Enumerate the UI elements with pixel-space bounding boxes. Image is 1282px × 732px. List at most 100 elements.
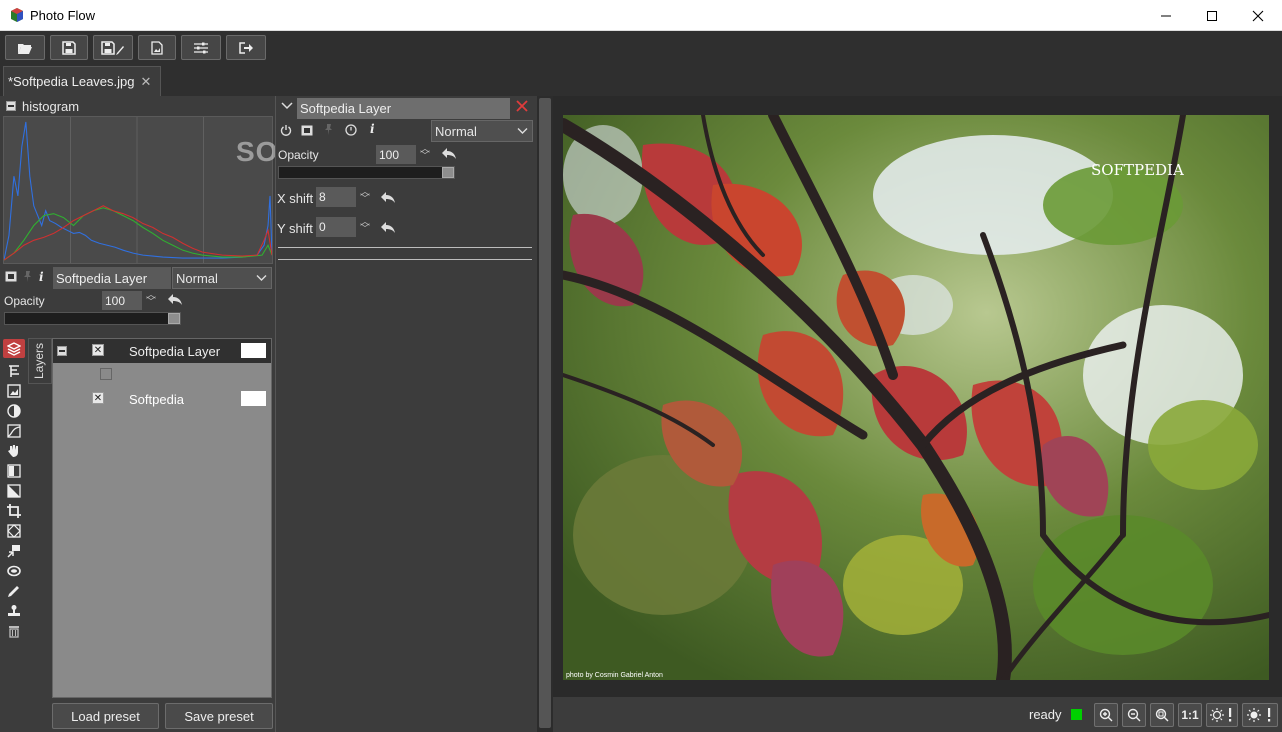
opacity-spin[interactable]: ︿ ﹀: [145, 291, 157, 308]
photo-preview[interactable]: SOFTPEDIA photo by Cosmin Gabriel Anton: [563, 115, 1269, 680]
info-icon[interactable]: i: [39, 270, 44, 284]
clock-icon[interactable]: [345, 124, 357, 136]
panel-close-icon[interactable]: [516, 100, 528, 112]
sliders-icon: [194, 42, 208, 53]
export-button[interactable]: [138, 35, 176, 60]
pencil-tool[interactable]: [3, 581, 25, 600]
brush-tool[interactable]: [3, 441, 25, 460]
zoom-in-button[interactable]: [1094, 703, 1118, 727]
diagonal-gradient-tool[interactable]: [3, 481, 25, 500]
ellipse-tool[interactable]: [3, 561, 25, 580]
document-tab[interactable]: *Softpedia Leaves.jpg ✕: [3, 66, 161, 96]
opacity-label: Opacity: [278, 148, 319, 162]
histogram-collapse-toggle[interactable]: [6, 101, 16, 111]
save-as-icon: [101, 40, 124, 55]
opacity-slider[interactable]: [4, 312, 181, 325]
layer-group-collapse-toggle[interactable]: [57, 346, 67, 356]
sublayer-checkbox[interactable]: [100, 368, 112, 380]
layer-name-field[interactable]: Softpedia Layer: [53, 267, 171, 289]
yshift-label: Y shift: [277, 221, 313, 236]
zoom-out-button[interactable]: [1122, 703, 1146, 727]
photo-brand-watermark: SOFTPEDIA: [1091, 161, 1184, 179]
zoom-actual-size-button[interactable]: 1:1: [1178, 703, 1202, 727]
blend-mode-value: Normal: [435, 123, 477, 139]
close-window-button[interactable]: [1235, 0, 1281, 31]
layer-visibility-checkbox[interactable]: ✕: [92, 344, 104, 356]
transform-tool[interactable]: [3, 521, 25, 540]
load-preset-button[interactable]: Load preset: [52, 703, 159, 729]
hand-icon: [8, 444, 18, 457]
open-button[interactable]: [5, 35, 45, 60]
layer-mask-icon[interactable]: [5, 271, 17, 282]
opacity-slider[interactable]: [278, 166, 455, 179]
shadows-warning-button[interactable]: [1206, 703, 1238, 727]
curves-tool[interactable]: [3, 421, 25, 440]
crop-tool[interactable]: [3, 501, 25, 520]
window-title: Photo Flow: [30, 8, 96, 23]
minimize-button[interactable]: [1143, 0, 1189, 31]
blend-mode-value: Normal: [176, 270, 218, 286]
pin-icon[interactable]: [323, 124, 334, 135]
panel-scrollbar-thumb[interactable]: [539, 98, 551, 728]
xshift-label: X shift: [277, 191, 314, 206]
save-preset-button[interactable]: Save preset: [165, 703, 273, 729]
yshift-input[interactable]: 0: [316, 217, 356, 237]
zoom-fit-icon: [1155, 708, 1169, 722]
xshift-spin[interactable]: ︿ ﹀: [359, 188, 371, 205]
chevron-down-icon: [517, 128, 528, 134]
sun-warning-icon: [1210, 708, 1232, 722]
histogram-title: histogram: [22, 99, 80, 114]
blend-mode-select[interactable]: Normal: [172, 267, 272, 289]
gradient-tool[interactable]: [3, 461, 25, 480]
reset-arrow-icon[interactable]: [380, 191, 396, 204]
title-bar: Photo Flow: [0, 0, 1282, 31]
layers-vertical-tab[interactable]: Layers: [28, 338, 52, 384]
text-tree-icon: [9, 364, 19, 377]
clone-tool[interactable]: [3, 541, 25, 560]
power-icon[interactable]: [280, 124, 292, 136]
image-tool[interactable]: [3, 381, 25, 400]
zoom-in-icon: [1099, 708, 1113, 722]
info-icon[interactable]: i: [370, 122, 375, 136]
text-tool[interactable]: [3, 361, 25, 380]
opacity-spin[interactable]: ︿ ﹀: [419, 145, 431, 162]
tab-close-icon[interactable]: ✕: [140, 74, 151, 90]
layers-tool[interactable]: [3, 339, 25, 358]
reset-arrow-icon[interactable]: [380, 221, 396, 234]
document-tab-label: *Softpedia Leaves.jpg: [8, 74, 135, 89]
reset-arrow-icon[interactable]: [441, 147, 457, 160]
panel-collapse-chevron-icon[interactable]: [281, 102, 293, 110]
layer-mask-icon[interactable]: [301, 125, 313, 136]
folder-open-icon: [18, 43, 32, 54]
layers-tab-label: Layers: [32, 342, 46, 379]
stamp-tool[interactable]: [3, 601, 25, 620]
separator: [278, 247, 532, 248]
pin-icon[interactable]: [22, 271, 33, 282]
settings-button[interactable]: [181, 35, 221, 60]
status-indicator: [1071, 709, 1082, 720]
yshift-spin[interactable]: ︿ ﹀: [359, 218, 371, 235]
highlights-warning-button[interactable]: [1242, 703, 1278, 727]
save-button[interactable]: [50, 35, 88, 60]
exit-button[interactable]: [226, 35, 266, 60]
maximize-button[interactable]: [1189, 0, 1235, 31]
opacity-slider-handle[interactable]: [442, 167, 454, 178]
photo-credit: photo by Cosmin Gabriel Anton: [566, 672, 663, 679]
layer-visibility-checkbox[interactable]: ✕: [92, 392, 104, 404]
xshift-input[interactable]: 8: [316, 187, 356, 207]
contrast-tool[interactable]: [3, 401, 25, 420]
opacity-input[interactable]: 100: [376, 145, 416, 164]
blend-mode-select[interactable]: Normal: [431, 120, 533, 142]
layer-name: Softpedia Layer: [129, 344, 221, 359]
app-icon: [11, 8, 23, 22]
save-icon: [62, 40, 76, 55]
exit-icon: [239, 41, 253, 54]
reset-arrow-icon[interactable]: [167, 293, 183, 306]
opacity-input[interactable]: 100: [102, 291, 142, 310]
opacity-slider-handle[interactable]: [168, 313, 180, 324]
delete-tool[interactable]: [3, 621, 25, 640]
status-text: ready: [1029, 707, 1062, 722]
save-as-button[interactable]: [93, 35, 133, 60]
zoom-fit-button[interactable]: [1150, 703, 1174, 727]
gradient-icon: [7, 463, 21, 478]
